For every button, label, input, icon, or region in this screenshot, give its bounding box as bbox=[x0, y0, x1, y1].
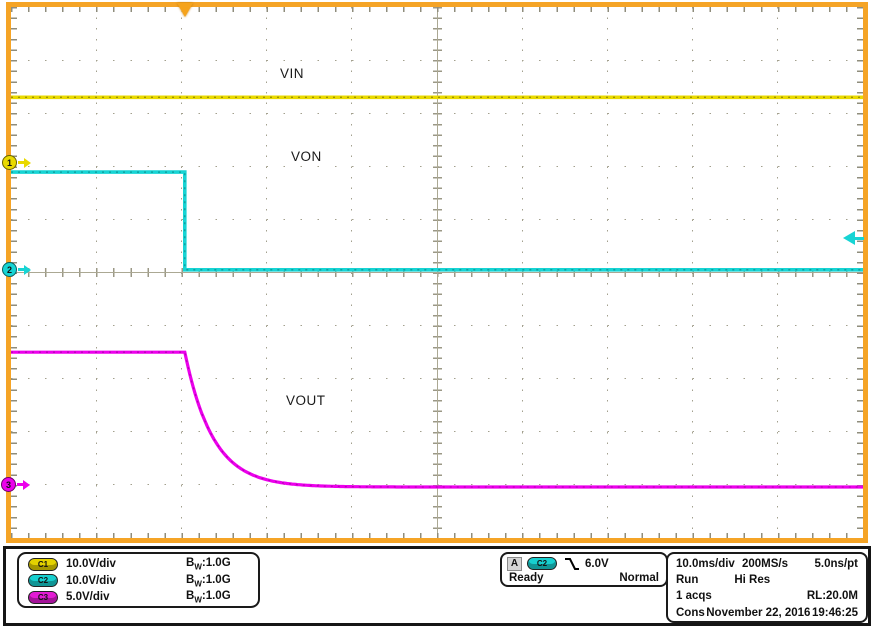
trace-vout bbox=[11, 350, 863, 489]
channel2-scale: 10.0V/div bbox=[66, 574, 116, 587]
plot-area: VIN VON VOUT bbox=[11, 7, 863, 538]
channel1-marker-arrowhead bbox=[24, 157, 31, 168]
channel1-badge[interactable]: C1 bbox=[28, 557, 58, 571]
trace-noise-von bbox=[11, 171, 863, 271]
channel2-marker-label: 2 bbox=[2, 262, 17, 277]
trigger-bus-badge[interactable]: A bbox=[507, 556, 522, 571]
trigger-level-arrow[interactable] bbox=[843, 231, 864, 245]
falling-edge-icon bbox=[565, 558, 579, 570]
timebase-row-run: Run Hi Res bbox=[676, 572, 858, 588]
timebase-row-scale: 10.0ms/div 200MS/s 5.0ns/pt bbox=[676, 556, 858, 572]
channel1-scale: 10.0V/div bbox=[66, 558, 116, 571]
trace-noise-vout bbox=[11, 351, 863, 488]
trace-von bbox=[11, 170, 863, 272]
channel3-bandwidth: BW:1.0G bbox=[186, 590, 231, 605]
channel1-readout-row[interactable]: C1 10.0V/div BW:1.0G bbox=[19, 556, 258, 573]
channel3-marker-label: 3 bbox=[1, 477, 16, 492]
sample-resolution: 5.0ns/pt bbox=[814, 558, 858, 571]
channel3-readout-row[interactable]: C3 5.0V/div BW:1.0G bbox=[19, 589, 258, 606]
timebase-scale: 10.0ms/div bbox=[676, 558, 735, 571]
channel1-bandwidth: BW:1.0G bbox=[186, 557, 231, 572]
channel2-bandwidth: BW:1.0G bbox=[186, 573, 231, 588]
channel1-reference-marker[interactable]: 1 bbox=[2, 155, 31, 170]
oscilloscope-screen: VIN VON VOUT 1 2 3 C1 10.0V/div BW:1.0G bbox=[0, 0, 875, 629]
channel2-badge[interactable]: C2 bbox=[28, 574, 58, 588]
acquisition-count: 1 acqs bbox=[676, 590, 712, 603]
trigger-state: Ready bbox=[509, 572, 544, 584]
channel2-readout-row[interactable]: C2 10.0V/div BW:1.0G bbox=[19, 573, 258, 590]
trigger-position-marker[interactable] bbox=[177, 3, 193, 17]
trace-label-von: VON bbox=[291, 149, 322, 164]
trigger-status-row: Ready Normal bbox=[502, 572, 666, 584]
channel3-reference-marker[interactable]: 3 bbox=[1, 477, 30, 492]
waveform-canvas bbox=[11, 95, 863, 489]
run-state: Run bbox=[676, 574, 699, 587]
date-value: November 22, 2016 bbox=[706, 606, 811, 619]
channel1-marker-label: 1 bbox=[2, 155, 17, 170]
channel3-marker-arrowhead bbox=[23, 479, 30, 490]
trigger-level-arrowhead bbox=[843, 231, 855, 245]
time-value: 19:46:25 bbox=[811, 606, 858, 619]
timebase-readout-box[interactable]: 10.0ms/div 200MS/s 5.0ns/pt Run Hi Res 1… bbox=[666, 552, 868, 623]
trigger-settings-row: A C2 6.0V bbox=[502, 554, 666, 571]
trigger-level-value: 6.0V bbox=[585, 557, 609, 570]
channel3-scale: 5.0V/div bbox=[66, 591, 110, 604]
channel2-marker-arrowhead bbox=[24, 264, 31, 275]
channel2-reference-marker[interactable]: 2 bbox=[2, 262, 31, 277]
sample-rate: 200MS/s bbox=[742, 558, 789, 571]
channel-readout-box[interactable]: C1 10.0V/div BW:1.0G C2 10.0V/div BW:1.0… bbox=[17, 552, 260, 608]
acquisition-mode: Hi Res bbox=[734, 574, 771, 587]
trace-label-vin: VIN bbox=[280, 66, 305, 81]
trigger-mode: Normal bbox=[619, 572, 659, 584]
trace-label-vout: VOUT bbox=[286, 393, 326, 408]
console-prefix: Cons bbox=[676, 606, 705, 619]
timebase-row-date: Cons November 22, 2016 19:46:25 bbox=[676, 605, 858, 621]
record-length: RL:20.0M bbox=[806, 590, 858, 603]
readout-bar: C1 10.0V/div BW:1.0G C2 10.0V/div BW:1.0… bbox=[3, 546, 871, 626]
graticule-frame: VIN VON VOUT bbox=[6, 2, 868, 543]
channel3-badge[interactable]: C3 bbox=[28, 590, 58, 604]
timebase-row-acq: 1 acqs RL:20.0M bbox=[676, 588, 858, 604]
trigger-readout-box[interactable]: A C2 6.0V Ready Normal bbox=[500, 552, 668, 587]
trigger-source-badge[interactable]: C2 bbox=[527, 557, 557, 570]
trigger-level-arrow-tail bbox=[855, 236, 864, 240]
